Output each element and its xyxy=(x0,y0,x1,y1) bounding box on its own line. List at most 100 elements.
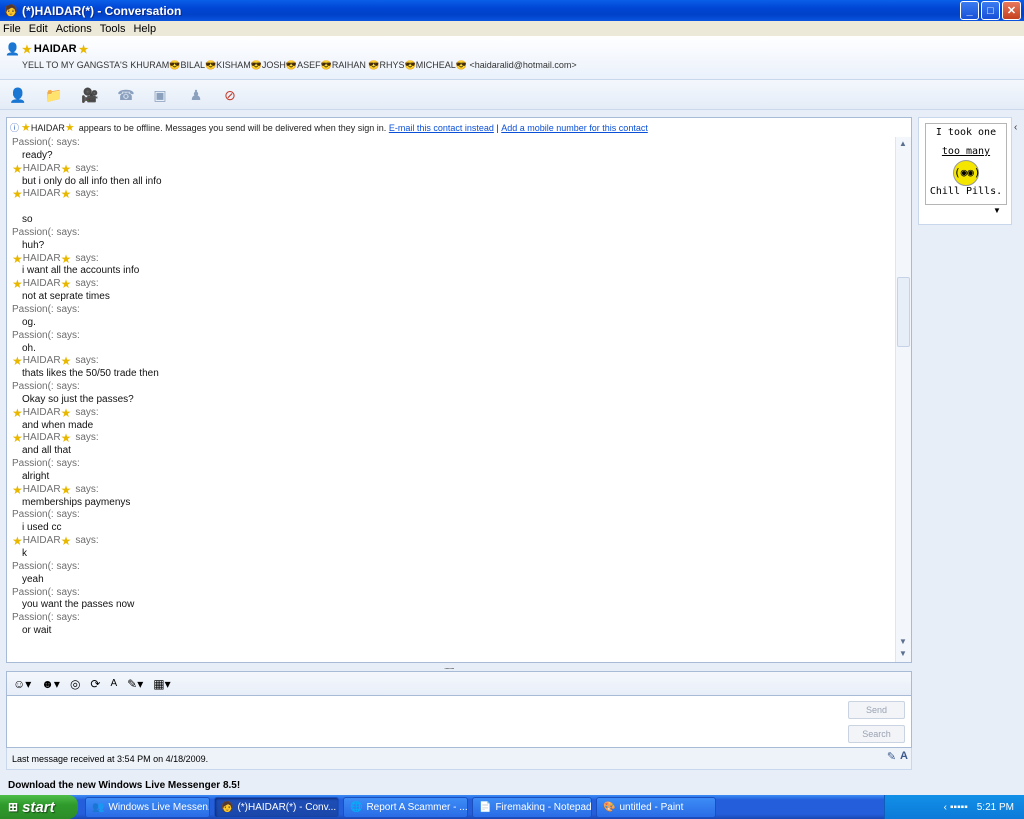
menu-bar: File Edit Actions Tools Help xyxy=(0,21,1024,36)
start-label: start xyxy=(22,798,55,816)
message-sender: ★ HAIDAR ★ says: xyxy=(12,405,895,420)
task-notepad[interactable]: 📄 Firemakinq - Notepad xyxy=(472,797,592,818)
sender-name: HAIDAR xyxy=(22,535,61,547)
message-text: not at seprate times xyxy=(22,291,110,303)
message-sender: ★ HAIDAR ★ says: xyxy=(12,535,895,548)
email-contact-link[interactable]: E-mail this contact instead xyxy=(389,123,494,133)
maximize-button[interactable]: □ xyxy=(981,1,1000,20)
task-label: Firemakinq - Notepad xyxy=(495,802,592,813)
star-icon: ★ xyxy=(78,43,89,56)
messenger-icon: 🧑 xyxy=(221,802,234,813)
status-line: Last message received at 3:54 PM on 4/18… xyxy=(6,748,912,770)
messenger-icon: 👥 xyxy=(92,802,105,813)
picture-text-line2: too many xyxy=(941,146,991,157)
menu-help[interactable]: Help xyxy=(133,23,156,35)
star-icon: ★ xyxy=(21,122,31,134)
add-mobile-link[interactable]: Add a mobile number for this contact xyxy=(501,123,648,133)
tray-expand-icon[interactable]: ‹ xyxy=(944,802,947,813)
voice-clip-icon[interactable]: ◎ xyxy=(70,677,80,691)
contact-status-icon: 👤 xyxy=(5,42,20,56)
scroll-down-icon[interactable]: ▼ xyxy=(899,637,907,646)
says-label: says: xyxy=(75,188,99,200)
personal-message: YELL TO MY GANGSTA'S KHURAM😎BILAL😎KISHAM… xyxy=(22,60,577,70)
windows-logo-icon: ⊞ xyxy=(8,800,19,814)
title-bar[interactable]: 🧑 (*)HAIDAR(*) - Conversation _ □ ✕ xyxy=(0,0,1024,21)
menu-edit[interactable]: Edit xyxy=(29,23,48,35)
display-picture[interactable]: I took one too many (◉◉) Chill Pills. xyxy=(925,123,1007,205)
message-text: you want the passes now xyxy=(22,599,135,611)
nudge-icon[interactable]: ⟳ xyxy=(90,677,100,691)
message-sender: ★ HAIDAR ★ says: xyxy=(12,162,895,176)
font-icon[interactable]: A xyxy=(110,678,117,689)
share-files-icon[interactable]: 📁 xyxy=(44,86,64,104)
sender-name: HAIDAR xyxy=(22,252,61,264)
message-text: i want all the accounts info xyxy=(22,265,140,277)
task-paint[interactable]: 🎨 untitled - Paint xyxy=(596,797,716,818)
picture-text-line1: I took one xyxy=(935,127,997,138)
invite-icon[interactable]: 👤 xyxy=(8,86,28,104)
message-sender: Passion(: says: xyxy=(12,303,80,315)
task-label: Report A Scammer - ... xyxy=(366,802,468,813)
handwriting-icon[interactable]: ✎ xyxy=(887,750,896,763)
display-picture-panel: I took one too many (◉◉) Chill Pills. ▼ xyxy=(918,117,1012,225)
star-icon: ★ xyxy=(60,534,72,549)
background-icon[interactable]: ✎▾ xyxy=(127,677,143,691)
activities-icon[interactable]: ▣ xyxy=(150,86,170,104)
says-label: says: xyxy=(75,432,99,444)
system-tray: ‹ ▪▪▪▪▪ 5:21 PM xyxy=(884,795,1024,819)
block-icon[interactable]: ⊘ xyxy=(220,86,240,104)
menu-actions[interactable]: Actions xyxy=(56,23,92,35)
says-label: says: xyxy=(75,406,99,418)
smiley-icon: (◉◉) xyxy=(926,158,1006,186)
message-text: huh? xyxy=(22,239,45,251)
ink-icon[interactable]: ▦▾ xyxy=(153,677,170,691)
info-icon: ⓘ xyxy=(10,123,20,133)
chat-scrollbar[interactable]: ▲ ▼ ▼ xyxy=(895,137,911,662)
message-text: but i only do all info then all info xyxy=(22,175,162,187)
menu-tools[interactable]: Tools xyxy=(100,23,126,35)
start-button[interactable]: ⊞ start xyxy=(0,795,78,819)
message-sender: ★ HAIDAR ★ says: xyxy=(12,251,895,266)
wink-icon[interactable]: ☻▾ xyxy=(41,677,60,691)
message-text: og. xyxy=(22,316,36,328)
text-mode-icon[interactable]: A xyxy=(900,750,908,763)
task-messenger[interactable]: 👥 Windows Live Messen... xyxy=(85,797,210,818)
task-conversation[interactable]: 🧑 (*)HAIDAR(*) - Conv... xyxy=(214,797,339,818)
contact-name: HAIDAR xyxy=(33,43,77,55)
message-sender: Passion(: says: xyxy=(12,560,80,572)
star-icon: ★ xyxy=(60,431,72,446)
message-sender: Passion(: says: xyxy=(12,226,80,238)
message-text: oh. xyxy=(22,342,36,354)
send-button[interactable]: Send xyxy=(848,701,905,719)
download-banner[interactable]: Download the new Windows Live Messenger … xyxy=(8,780,240,791)
video-icon[interactable]: 🎥 xyxy=(80,86,100,104)
close-button[interactable]: ✕ xyxy=(1002,1,1021,20)
message-text: Okay so just the passes? xyxy=(22,393,134,405)
message-input[interactable]: Send Search xyxy=(6,695,912,748)
scroll-thumb[interactable] xyxy=(897,277,910,347)
star-icon: ★ xyxy=(60,251,72,266)
call-icon[interactable]: ☎ xyxy=(116,86,136,104)
menu-file[interactable]: File xyxy=(3,23,21,35)
task-firefox[interactable]: 🌐 Report A Scammer - ... xyxy=(343,797,468,818)
message-text: alright xyxy=(22,470,50,482)
star-icon: ★ xyxy=(64,122,75,134)
last-message-status: Last message received at 3:54 PM on 4/18… xyxy=(12,753,209,764)
minimize-button[interactable]: _ xyxy=(960,1,979,20)
message-sender: ★ HAIDAR ★ says: xyxy=(12,432,895,445)
scroll-up-icon[interactable]: ▲ xyxy=(899,139,907,148)
conversation-history[interactable]: ⓘ ★ HAIDAR ★ appears to be offline. Mess… xyxy=(6,117,912,663)
tray-icons[interactable]: ▪▪▪▪▪ xyxy=(950,802,968,813)
message-text: or wait xyxy=(22,625,52,637)
star-icon: ★ xyxy=(12,187,23,202)
collapse-panel-icon[interactable]: ‹ xyxy=(1014,122,1017,133)
resize-grip[interactable]: ........ xyxy=(444,663,474,671)
search-button[interactable]: Search xyxy=(848,725,905,743)
picture-dropdown-icon[interactable]: ▼ xyxy=(993,206,1001,215)
star-icon: ★ xyxy=(60,277,72,292)
games-icon[interactable]: ♟ xyxy=(186,86,206,104)
emoticon-icon[interactable]: ☺▾ xyxy=(13,677,31,691)
star-icon: ★ xyxy=(12,405,23,420)
scroll-end-icon[interactable]: ▼ xyxy=(899,649,907,658)
message-sender: Passion(: says: xyxy=(12,458,80,470)
